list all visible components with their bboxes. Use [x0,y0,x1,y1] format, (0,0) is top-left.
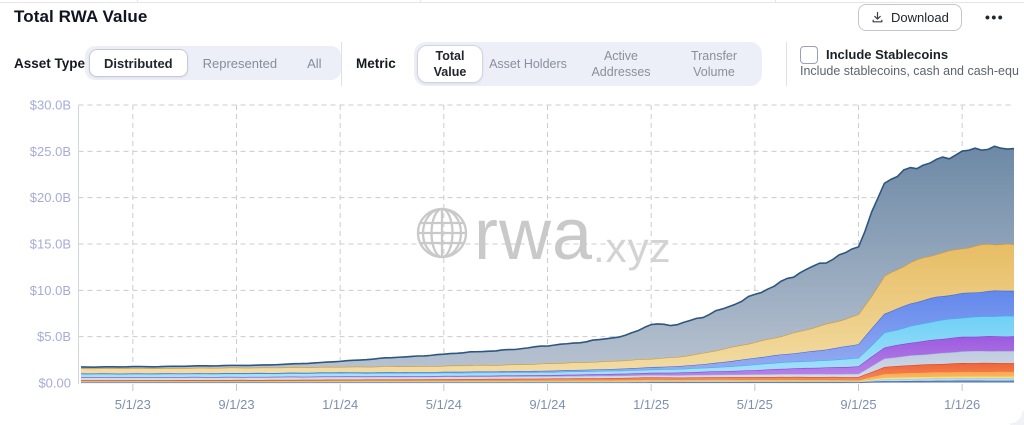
svg-text:$20.0B: $20.0B [30,190,71,205]
svg-text:$25.0B: $25.0B [30,144,71,159]
metric-tab-active-addresses[interactable]: Active Addresses [573,47,669,82]
total-rwa-value-widget: Total RWA Value Download ••• Asset Type … [0,0,1024,425]
table-column-divider [775,0,776,2]
download-icon [871,11,884,24]
globe-icon [418,209,466,257]
ellipsis-icon: ••• [985,9,1004,25]
svg-text:1/1/26: 1/1/26 [944,397,980,412]
svg-text:$10.0B: $10.0B [30,283,71,298]
more-options-button[interactable]: ••• [981,5,1008,29]
svg-text:5/1/24: 5/1/24 [426,397,462,412]
svg-text:5/1/23: 5/1/23 [115,397,151,412]
svg-text:$15.0B: $15.0B [30,237,71,252]
metric-tab-total-value[interactable]: Total Value [417,45,483,83]
metric-label: Metric [356,56,396,71]
include-stablecoins-description: Include stablecoins, cash and cash-equ [800,64,1024,78]
table-column-divider [137,0,138,2]
svg-text:$5.0B: $5.0B [37,329,71,344]
asset-type-option-all[interactable]: All [292,49,336,77]
svg-text:9/1/24: 9/1/24 [529,397,565,412]
include-stablecoins-checkbox[interactable] [800,46,818,64]
total-rwa-stacked-area-chart[interactable]: rwa.xyz $30.0B $25.0B $20.0B $15.0B $10.0B $5.… [0,88,1024,425]
controls-divider [786,42,787,86]
download-label: Download [891,10,949,25]
svg-text:9/1/23: 9/1/23 [218,397,254,412]
page-title: Total RWA Value [14,7,147,27]
metric-segmented-control: Total Value Asset Holders Active Address… [414,42,762,86]
asset-type-segmented-control: Distributed Represented All [85,46,341,80]
svg-text:1/1/24: 1/1/24 [322,397,358,412]
table-remnant-border [0,0,1024,3]
include-stablecoins-label[interactable]: Include Stablecoins [826,47,948,62]
asset-type-option-distributed[interactable]: Distributed [89,49,188,77]
svg-text:rwa.xyz: rwa.xyz [474,195,672,275]
metric-tab-transfer-volume[interactable]: Transfer Volume [669,47,759,82]
controls-divider [341,42,342,86]
metric-tab-asset-holders[interactable]: Asset Holders [483,55,573,73]
asset-type-label: Asset Type [14,56,85,71]
download-button[interactable]: Download [858,4,962,31]
svg-text:$30.0B: $30.0B [30,98,71,113]
svg-text:5/1/25: 5/1/25 [737,397,773,412]
svg-text:1/1/25: 1/1/25 [633,397,669,412]
svg-text:$0.00: $0.00 [38,376,71,391]
table-column-divider [420,0,421,2]
card-rounded-corner [1010,411,1024,425]
rwa-xyz-watermark: rwa.xyz [418,195,672,275]
svg-text:9/1/25: 9/1/25 [840,397,876,412]
asset-type-option-represented[interactable]: Represented [188,49,292,77]
